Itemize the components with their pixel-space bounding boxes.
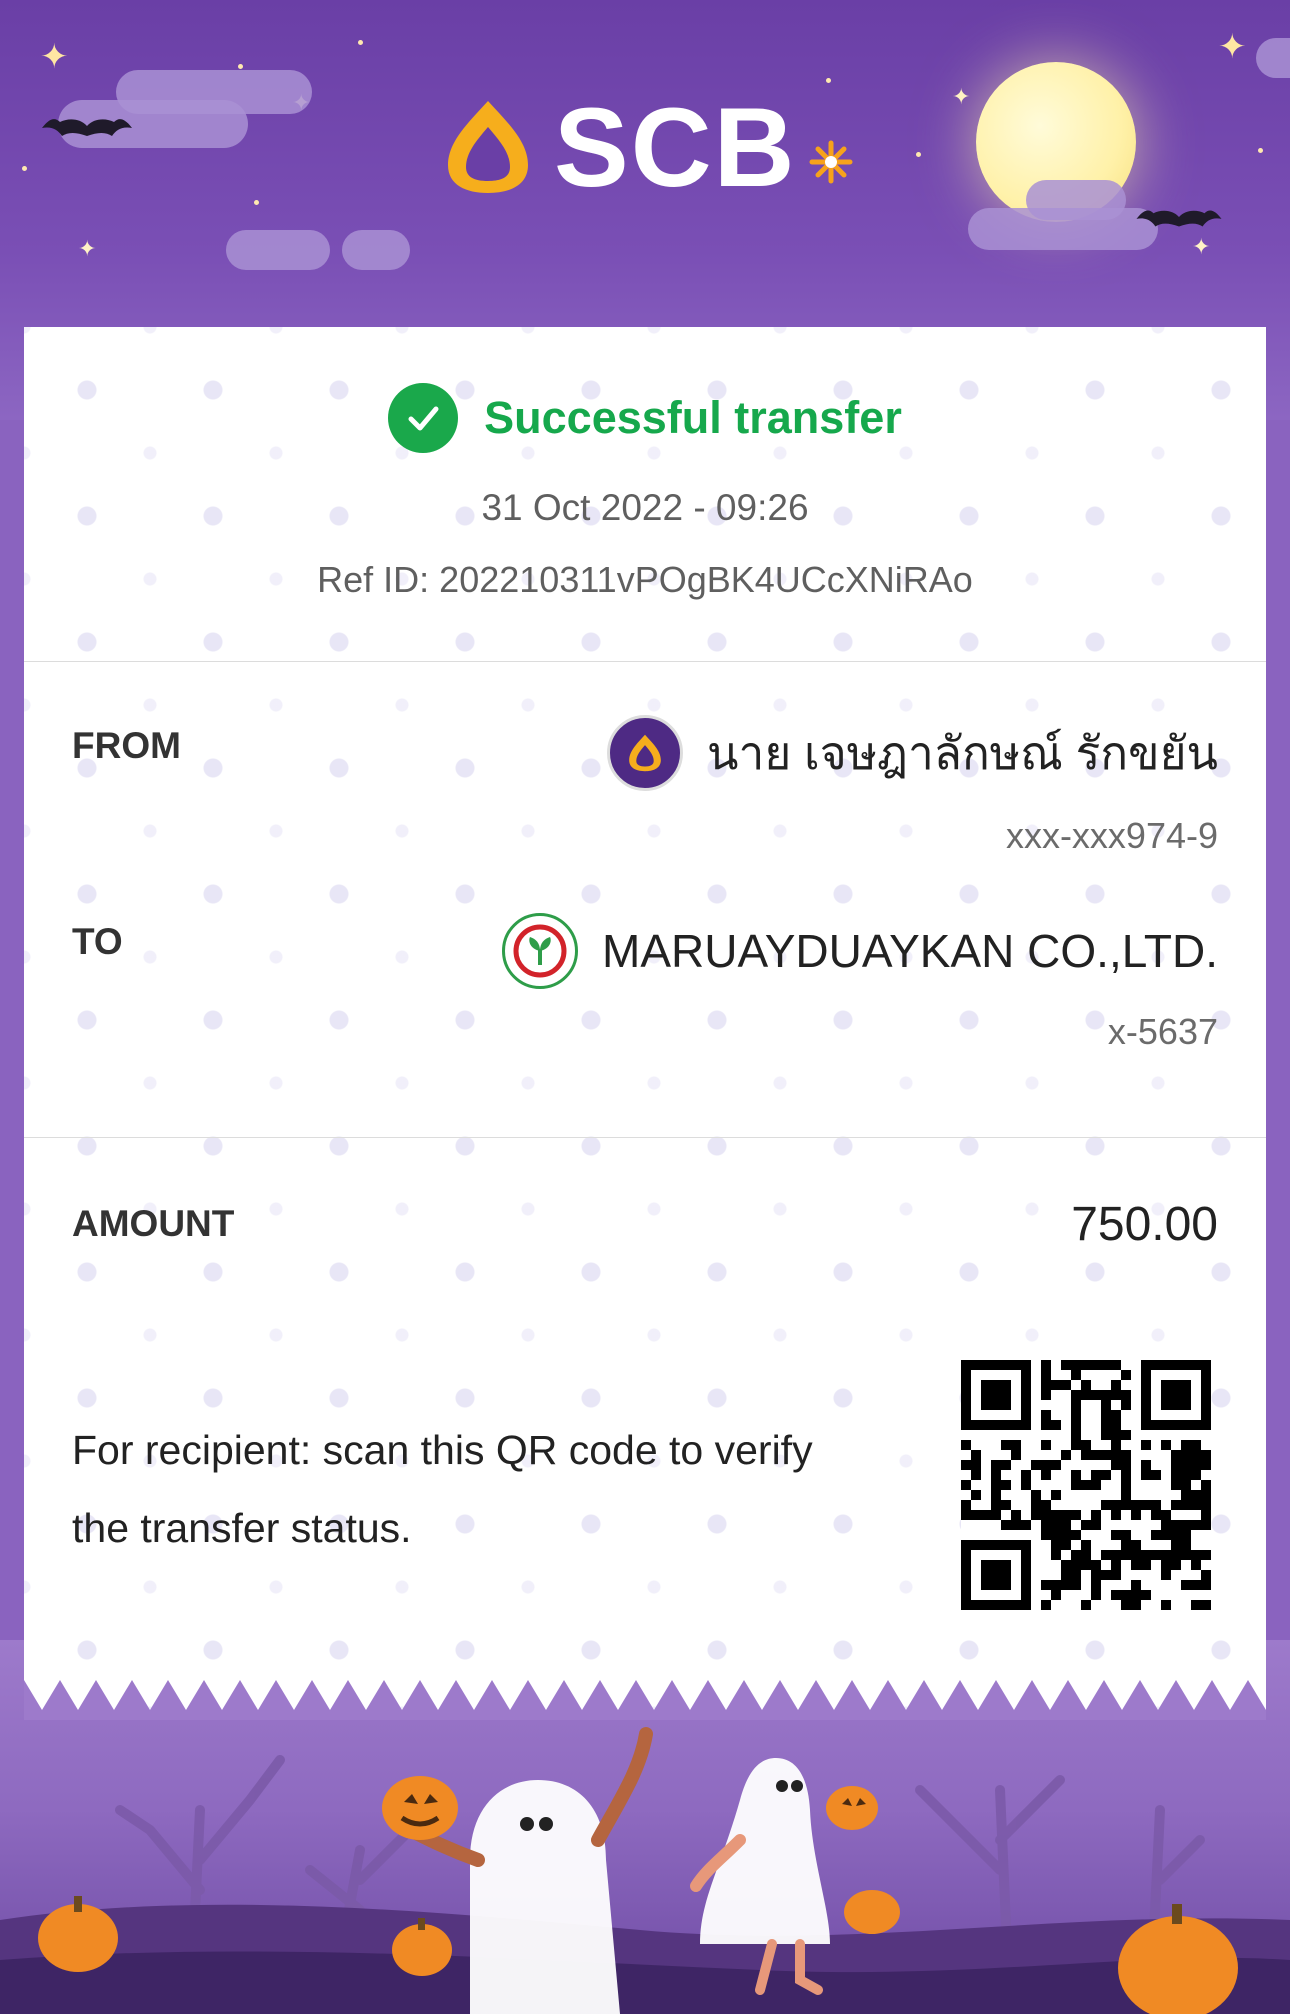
transfer-datetime: 31 Oct 2022 - 09:26 bbox=[481, 487, 809, 528]
star-dot bbox=[254, 200, 259, 205]
to-account-holder: MARUAYDUAYKAN CO.,LTD. bbox=[502, 913, 1218, 989]
cloud bbox=[1256, 38, 1290, 78]
star-dot bbox=[358, 40, 363, 45]
check-circle-icon bbox=[388, 383, 459, 453]
star-icon: ✦ bbox=[40, 38, 69, 76]
qr-verify-note: For recipient: scan this QR code to veri… bbox=[72, 1427, 813, 1551]
star-icon: ✦ bbox=[1192, 234, 1211, 259]
cloud bbox=[116, 70, 312, 114]
divider bbox=[24, 1137, 1266, 1138]
from-label: FROM bbox=[72, 725, 181, 766]
jack-o-lantern-icon bbox=[826, 1786, 878, 1830]
halloween-scene bbox=[0, 1727, 1290, 2014]
bat-icon bbox=[1136, 210, 1222, 227]
scb-bank-icon bbox=[607, 715, 684, 791]
kbank-bank-icon bbox=[502, 913, 579, 989]
brand-name: SCB bbox=[554, 84, 797, 210]
star-icon: ✦ bbox=[1218, 28, 1247, 66]
to-label: TO bbox=[72, 921, 123, 962]
to-name: MARUAYDUAYKAN CO.,LTD. bbox=[602, 925, 1218, 977]
cloud bbox=[1026, 180, 1126, 220]
cloud bbox=[342, 230, 410, 270]
status-header: Successful transfer bbox=[24, 383, 1266, 453]
status-text: Successful transfer bbox=[484, 392, 902, 443]
cloud bbox=[226, 230, 330, 270]
star-dot bbox=[238, 64, 243, 69]
pumpkin-icon bbox=[38, 1896, 118, 1972]
pumpkin-icon bbox=[844, 1890, 900, 1934]
qr-code-icon[interactable] bbox=[961, 1360, 1211, 1610]
amount-value: 750.00 bbox=[1071, 1198, 1218, 1251]
star-dot bbox=[916, 152, 921, 157]
scb-logo: SCB bbox=[440, 85, 854, 210]
star-icon: ✦ bbox=[78, 236, 97, 261]
amount-label: AMOUNT bbox=[72, 1203, 235, 1244]
divider bbox=[24, 661, 1266, 662]
star-dot bbox=[1258, 148, 1263, 153]
receipt-card: Successful transfer 31 Oct 2022 - 09:26 … bbox=[24, 327, 1266, 1717]
reference-id: Ref ID: 202210311vPOgBK4UCcXNiRAo bbox=[317, 559, 973, 600]
star-dot bbox=[826, 78, 831, 83]
from-name: นาย เจษฎาลักษณ์ รักขยัน bbox=[707, 726, 1218, 779]
star-icon: ✦ bbox=[952, 84, 971, 109]
bat-icon bbox=[42, 119, 132, 136]
from-account-holder: นาย เจษฎาลักษณ์ รักขยัน bbox=[607, 715, 1218, 791]
jack-o-lantern-icon bbox=[382, 1776, 458, 1840]
scb-logo-icon bbox=[448, 101, 528, 193]
sparkle-icon bbox=[809, 140, 853, 184]
to-account-number: x-5637 bbox=[1107, 1011, 1218, 1052]
from-account-number: xxx-xxx974-9 bbox=[1005, 815, 1218, 856]
star-dot bbox=[22, 166, 27, 171]
